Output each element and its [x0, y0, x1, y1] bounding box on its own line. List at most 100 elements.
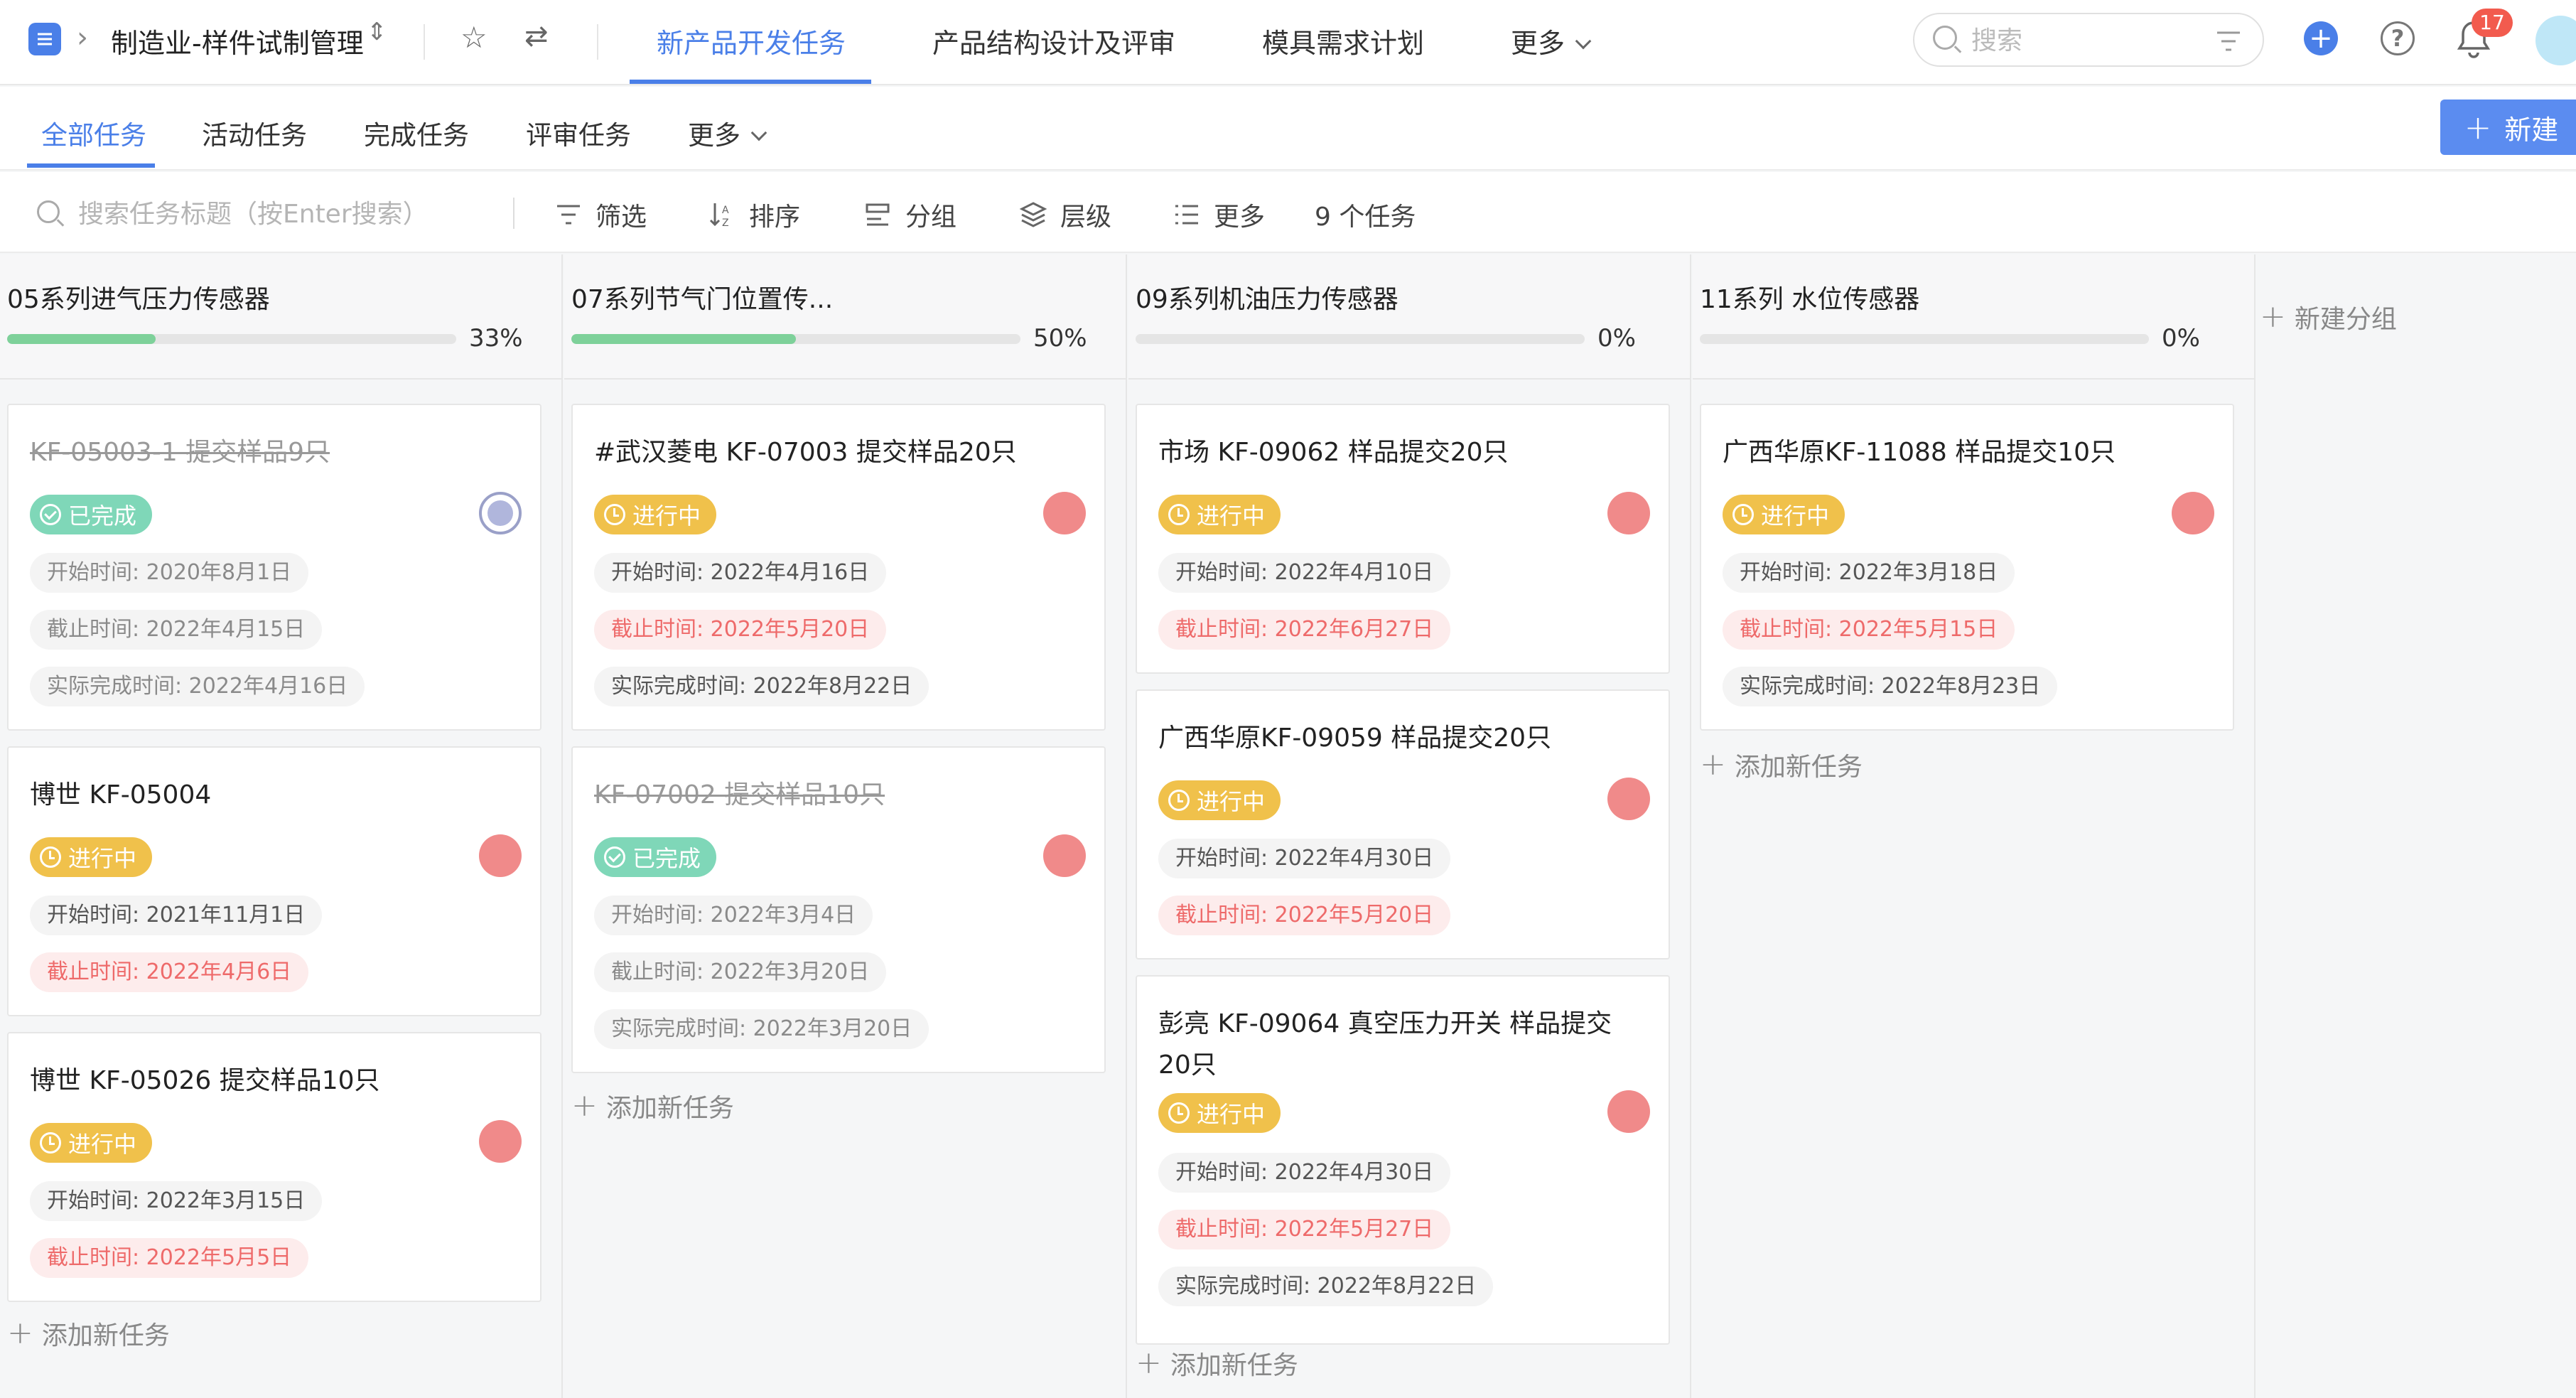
tab-new-product-dev[interactable]: 新产品开发任务 [657, 21, 846, 85]
subtab-more[interactable]: 更多 [688, 114, 767, 152]
kanban-column: 09系列机油压力传感器 0% 市场 KF-09062 样品提交20只 进行中 开… [1128, 254, 1691, 1398]
column-title[interactable]: 05系列进气压力传感器 [7, 279, 270, 316]
task-card[interactable]: 彭亮 KF-09064 真空压力开关 样品提交20只 进行中 开始时间: 202… [1136, 975, 1670, 1345]
status-badge[interactable]: 已完成 [594, 837, 717, 877]
new-task-button[interactable]: + 新建 [2440, 100, 2576, 155]
task-card[interactable]: 博世 KF-05004 进行中 开始时间: 2021年11月1日 截止时间: 2… [7, 746, 541, 1016]
task-card[interactable]: 博世 KF-05026 提交样品10只 进行中 开始时间: 2022年3月15日… [7, 1032, 541, 1302]
column-title[interactable]: 11系列 水位传感器 [1700, 279, 1919, 316]
tab-mold-plan[interactable]: 模具需求计划 [1262, 21, 1424, 85]
level-button[interactable]: 层级 [1019, 196, 1111, 233]
status-label: 已完成 [68, 502, 137, 529]
add-task-button[interactable]: + 添加新任务 [1700, 746, 1863, 783]
add-task-button[interactable]: + 添加新任务 [1136, 1345, 1298, 1382]
task-title[interactable]: 彭亮 KF-09064 真空压力开关 样品提交20只 [1158, 1004, 1613, 1086]
task-card[interactable]: 广西华原KF-11088 样品提交10只 进行中 开始时间: 2022年3月18… [1700, 404, 2234, 731]
task-title[interactable]: 广西华原KF-11088 样品提交10只 [1723, 432, 2177, 473]
assignee-avatar[interactable] [1607, 778, 1650, 820]
progress-percent: 0% [1597, 324, 1636, 353]
column-title[interactable]: 07系列节气门位置传... [571, 279, 833, 316]
column-header: 05系列进气压力传感器 33% [0, 254, 561, 380]
progress-percent: 0% [2162, 324, 2200, 353]
task-title[interactable]: KF-07002 提交样品10只 [594, 775, 1049, 816]
assignee-avatar[interactable] [479, 492, 522, 534]
group-button[interactable]: 分组 [864, 196, 956, 233]
subtab-all-tasks[interactable]: 全部任务 [41, 114, 146, 152]
assignee-avatar[interactable] [479, 1120, 522, 1163]
status-badge[interactable]: 已完成 [30, 495, 153, 534]
clock-icon [40, 846, 61, 868]
task-title[interactable]: 广西华原KF-09059 样品提交20只 [1158, 718, 1613, 759]
tab-structure-design-review[interactable]: 产品结构设计及评审 [932, 21, 1175, 85]
column-title[interactable]: 09系列机油压力传感器 [1136, 279, 1399, 316]
task-title[interactable]: #武汉菱电 KF-07003 提交样品20只 [594, 432, 1049, 473]
list-icon [1175, 205, 1198, 225]
more-options-button[interactable]: 更多 [1173, 196, 1265, 233]
kanban-column: 05系列进气压力传感器 33% KF-05003-1 提交样品9只 已完成 开始… [0, 254, 563, 1398]
level-label: 层级 [1060, 203, 1112, 232]
task-card[interactable]: 广西华原KF-09059 样品提交20只 进行中 开始时间: 2022年4月30… [1136, 689, 1670, 959]
task-title[interactable]: 博世 KF-05004 [30, 775, 485, 816]
subtab-more-label: 更多 [688, 120, 740, 151]
assignee-avatar[interactable] [1043, 834, 1086, 877]
new-group-button[interactable]: + 新建分组 [2260, 299, 2397, 335]
plus-icon: + [1700, 746, 1726, 783]
assignee-avatar[interactable] [2172, 492, 2214, 534]
clock-icon [1168, 790, 1190, 811]
column-progress-bar [1700, 334, 2149, 344]
task-search[interactable] [37, 196, 506, 232]
assignee-avatar[interactable] [479, 834, 522, 877]
project-title[interactable]: 制造业-样件试制管理 [111, 21, 364, 60]
svg-text:Z: Z [722, 217, 729, 229]
status-label: 已完成 [632, 845, 701, 872]
start-date-chip: 开始时间: 2020年8月1日 [30, 553, 309, 593]
task-card[interactable]: #武汉菱电 KF-07003 提交样品20只 进行中 开始时间: 2022年4月… [571, 404, 1106, 731]
global-search[interactable] [1913, 13, 2264, 67]
add-task-button[interactable]: + 添加新任务 [7, 1315, 170, 1352]
add-circle-icon[interactable]: + [2304, 21, 2338, 55]
status-label: 进行中 [632, 502, 701, 529]
assignee-avatar[interactable] [1043, 492, 1086, 534]
clock-icon [1732, 504, 1754, 525]
progress-percent: 50% [1033, 324, 1087, 353]
app-checklist-icon[interactable] [28, 23, 61, 55]
new-group-label: 新建分组 [2294, 305, 2397, 334]
user-avatar[interactable] [2535, 16, 2576, 65]
settings-sliders-icon[interactable]: ⇄ [524, 20, 549, 53]
global-search-input[interactable] [1971, 23, 2184, 58]
status-badge[interactable]: 进行中 [1158, 780, 1281, 820]
status-badge[interactable]: 进行中 [30, 1123, 153, 1163]
status-badge[interactable]: 进行中 [1158, 1093, 1281, 1133]
due-date-chip: 截止时间: 2022年4月6日 [30, 952, 309, 992]
star-icon[interactable]: ☆ [460, 20, 487, 55]
start-date-chip: 开始时间: 2022年4月10日 [1158, 553, 1451, 593]
task-title[interactable]: KF-05003-1 提交样品9只 [30, 432, 485, 473]
start-date-chip: 开始时间: 2022年3月4日 [594, 896, 873, 935]
subtab-active-tasks[interactable]: 活动任务 [202, 114, 307, 152]
task-card[interactable]: KF-05003-1 提交样品9只 已完成 开始时间: 2020年8月1日 截止… [7, 404, 541, 731]
sort-button[interactable]: AZ 排序 [708, 196, 800, 233]
due-date-chip: 截止时间: 2022年5月20日 [594, 610, 887, 650]
task-title[interactable]: 博世 KF-05026 提交样品10只 [30, 1060, 485, 1102]
subtab-completed-tasks[interactable]: 完成任务 [364, 114, 469, 152]
task-search-input[interactable] [78, 196, 505, 232]
status-badge[interactable]: 进行中 [594, 495, 717, 534]
status-badge[interactable]: 进行中 [30, 837, 153, 877]
status-badge[interactable]: 进行中 [1723, 495, 1845, 534]
subtab-review-tasks[interactable]: 评审任务 [526, 114, 631, 152]
filter-icon[interactable] [2216, 30, 2241, 53]
tab-more-label: 更多 [1511, 28, 1565, 59]
task-title[interactable]: 市场 KF-09062 样品提交20只 [1158, 432, 1613, 473]
task-card[interactable]: KF-07002 提交样品10只 已完成 开始时间: 2022年3月4日 截止时… [571, 746, 1106, 1073]
assignee-avatar[interactable] [1607, 492, 1650, 534]
status-label: 进行中 [68, 1131, 137, 1158]
assignee-avatar[interactable] [1607, 1090, 1650, 1133]
task-card[interactable]: 市场 KF-09062 样品提交20只 进行中 开始时间: 2022年4月10日… [1136, 404, 1670, 674]
status-label: 进行中 [1197, 1101, 1266, 1128]
switch-project-icon[interactable]: ⇕ [367, 20, 387, 44]
add-task-button[interactable]: + 添加新任务 [571, 1087, 734, 1124]
status-badge[interactable]: 进行中 [1158, 495, 1281, 534]
tab-more[interactable]: 更多 [1511, 21, 1592, 85]
filter-button[interactable]: 筛选 [554, 196, 647, 233]
help-icon[interactable]: ? [2381, 21, 2415, 55]
